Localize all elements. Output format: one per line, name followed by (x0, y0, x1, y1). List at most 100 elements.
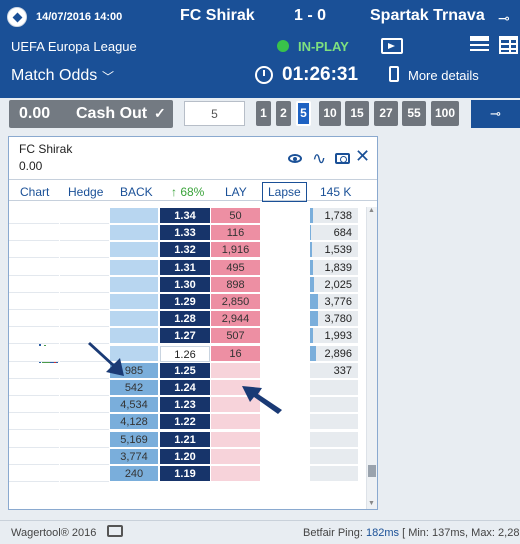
price-cell: 1.19 (160, 466, 210, 482)
price-cell: 1.20 (160, 449, 210, 465)
volume-cell (9, 294, 59, 310)
ladder-row: 985 1.25 337 (9, 363, 367, 379)
price-cell: 1.31 (160, 260, 210, 276)
camera-icon[interactable] (335, 153, 350, 164)
lay-cell[interactable] (211, 449, 260, 465)
ladder-row: 1.30 898 2,025 (9, 277, 367, 293)
tab-lapse[interactable]: Lapse (262, 182, 307, 202)
ladder-row: 1.33 116 684 (9, 225, 367, 241)
back-cell[interactable] (110, 260, 158, 276)
hedge-cell (60, 397, 109, 413)
hedge-cell (60, 414, 109, 430)
cashout-button[interactable]: 0.00 Cash Out ✓ (9, 100, 173, 128)
traded-volume-cell: 2,896 (310, 346, 358, 362)
camera-icon[interactable] (107, 525, 123, 537)
tab-hedge[interactable]: Hedge (68, 185, 103, 199)
stake-input[interactable] (184, 101, 245, 126)
back-cell[interactable] (110, 242, 158, 258)
stake-button-27[interactable]: 27 (374, 101, 398, 126)
traded-volume-value: 337 (333, 365, 352, 377)
tab-back[interactable]: BACK (120, 185, 153, 199)
check-icon: ✓ (154, 105, 166, 121)
grid-view-icon[interactable] (499, 36, 518, 54)
traded-volume-bar (310, 242, 312, 257)
stake-button-15[interactable]: 15 (345, 101, 369, 126)
ladder-row: 4,128 1.22 (9, 414, 367, 430)
lay-cell[interactable]: 507 (211, 328, 260, 344)
inplay-status: IN-PLAY (298, 39, 349, 54)
stake-button-2[interactable]: 2 (276, 101, 291, 126)
lay-cell[interactable] (211, 363, 260, 379)
traded-volume-bar (310, 346, 316, 361)
ladder-row: 542 1.24 (9, 380, 367, 396)
chart-line-icon[interactable]: ∿ (312, 149, 326, 169)
lay-cell[interactable]: 2,944 (211, 311, 260, 327)
chevron-down-icon[interactable]: ﹀ (102, 68, 114, 85)
scroll-down-icon[interactable]: ▼ (368, 500, 375, 507)
back-cell[interactable]: 240 (110, 466, 158, 482)
traded-volume-cell: 1,539 (310, 242, 358, 258)
cashout-label: Cash Out (76, 105, 148, 122)
score: 1 - 0 (294, 7, 327, 24)
hedge-cell (60, 466, 109, 482)
annotation-arrow-back (88, 342, 124, 376)
back-cell[interactable]: 542 (110, 380, 158, 396)
lay-cell[interactable] (211, 466, 260, 482)
back-cell[interactable]: 4,128 (110, 414, 158, 430)
hedge-cell (60, 294, 109, 310)
competition-name: UEFA Europa League (11, 39, 137, 54)
stake-button-100[interactable]: 100 (431, 101, 459, 126)
back-cell[interactable] (110, 311, 158, 327)
back-cell[interactable]: 5,169 (110, 432, 158, 448)
back-cell[interactable]: 4,534 (110, 397, 158, 413)
hedge-cell (60, 311, 109, 327)
volume-cell (9, 242, 59, 258)
lay-cell[interactable] (211, 432, 260, 448)
price-cell: 1.26 (160, 346, 210, 362)
tab-chart[interactable]: Chart (20, 185, 49, 199)
pin-icon[interactable]: ⊸ (498, 10, 510, 27)
list-view-icon[interactable] (470, 36, 489, 54)
lay-cell[interactable]: 898 (211, 277, 260, 293)
tv-icon[interactable] (381, 38, 403, 54)
ladder-scrollbar[interactable]: ▲ ▼ (366, 207, 377, 509)
close-icon[interactable]: ✕ (355, 146, 370, 167)
lay-cell[interactable]: 1,916 (211, 242, 260, 258)
back-cell[interactable] (110, 225, 158, 241)
stake-button-1[interactable]: 1 (256, 101, 271, 126)
stake-button-5[interactable]: 5 (296, 101, 311, 126)
traded-volume-value: 1,839 (324, 262, 352, 274)
eye-icon[interactable] (288, 154, 302, 163)
stake-button-55[interactable]: 55 (402, 101, 426, 126)
lay-cell[interactable]: 116 (211, 225, 260, 241)
traded-volume-bar (310, 225, 311, 240)
volume-cell (9, 432, 59, 448)
stake-button-10[interactable]: 10 (319, 101, 341, 126)
more-details-link[interactable]: More details (408, 68, 479, 83)
traded-volume-cell: 1,993 (310, 328, 358, 344)
scrollbar-thumb[interactable] (368, 465, 376, 477)
price-cell: 1.29 (160, 294, 210, 310)
volume-cell (9, 466, 59, 482)
lay-cell[interactable]: 50 (211, 208, 260, 224)
back-cell[interactable] (110, 208, 158, 224)
price-cell: 1.32 (160, 242, 210, 258)
back-cell[interactable] (110, 294, 158, 310)
tab-lay[interactable]: LAY (225, 185, 247, 199)
ladder-row: 1.26 16 2,896 (9, 346, 367, 362)
traded-volume-value: 1,993 (324, 330, 352, 342)
ping-label: Betfair Ping: (303, 527, 363, 539)
back-cell[interactable]: 3,774 (110, 449, 158, 465)
back-cell[interactable] (110, 277, 158, 293)
ladder-row: 1.34 50 1,738 (9, 208, 367, 224)
lay-cell[interactable]: 16 (211, 346, 260, 362)
traded-volume-cell: 1,839 (310, 260, 358, 276)
market-selector[interactable]: Match Odds (11, 67, 97, 85)
pin-ladder-button[interactable]: ⊸ (471, 100, 520, 128)
lay-cell[interactable]: 495 (211, 260, 260, 276)
ladder-row: 5,169 1.21 (9, 432, 367, 448)
tab-total-matched: 145 K (320, 185, 352, 199)
lay-cell[interactable]: 2,850 (211, 294, 260, 310)
price-cell: 1.23 (160, 397, 210, 413)
scroll-up-icon[interactable]: ▲ (368, 207, 375, 214)
